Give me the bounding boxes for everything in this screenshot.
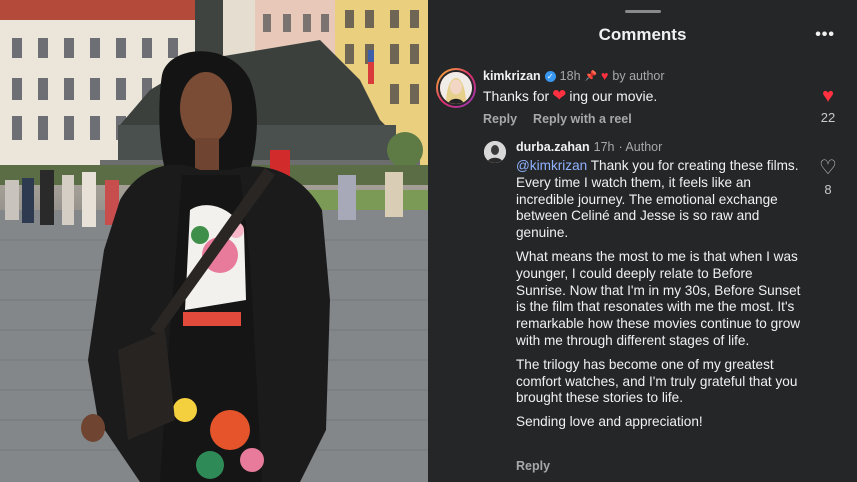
reply-paragraph-1: @kimkrizan Thank you for creating these … — [516, 158, 806, 242]
reply-like[interactable]: ♡ 8 — [813, 158, 843, 197]
like-heart-filled-icon[interactable]: ♥ — [813, 86, 843, 106]
reply-time: 17h — [593, 140, 615, 154]
comment-like-count: 22 — [820, 110, 836, 125]
comment-like[interactable]: ♥ 22 — [813, 86, 843, 125]
comment-time: 18h — [559, 69, 581, 83]
reply-with-reel-button[interactable]: Reply with a reel — [533, 112, 632, 126]
avatar-image — [484, 141, 506, 163]
comment-text: Thanks for ❤ ing our movie. — [483, 86, 658, 105]
avatar-durba-zahan[interactable] — [484, 141, 506, 163]
reply-paragraph-2: What means the most to me is that when I… — [516, 248, 801, 348]
avatar-kimkrizan[interactable] — [436, 68, 476, 108]
reply-meta: durba.zahan 17h · Author — [516, 140, 662, 154]
reply-button[interactable]: Reply — [483, 112, 517, 126]
comments-sheet: Comments ••• kimkrizan ✓ 18h 📌 ♥ by auth… — [428, 0, 857, 482]
comment-meta: kimkrizan ✓ 18h 📌 ♥ by author — [483, 69, 665, 83]
reply-paragraph-4: Sending love and appreciation! — [516, 414, 703, 430]
comment-text-start: Thanks for — [483, 88, 550, 104]
like-heart-outline-icon[interactable]: ♡ — [813, 158, 843, 178]
reply-text: @kimkrizan Thank you for creating these … — [516, 158, 806, 438]
photo — [0, 0, 428, 482]
comment-actions: Reply Reply with a reel — [483, 112, 632, 126]
reply-paragraph-3: The trilogy has become one of my greates… — [516, 356, 798, 406]
author-heart-icon: ♥ — [600, 69, 609, 83]
liked-by-author-label: by author — [612, 69, 665, 83]
reply-username[interactable]: durba.zahan — [516, 140, 590, 154]
photo-scene — [0, 0, 428, 482]
more-icon[interactable]: ••• — [815, 26, 835, 44]
comment-username[interactable]: kimkrizan — [483, 69, 541, 83]
sheet-title: Comments — [598, 25, 687, 44]
red-heart-icon: ❤ — [552, 86, 567, 105]
reply-reply-button[interactable]: Reply — [516, 459, 550, 473]
reply-author-tag: · Author — [618, 140, 663, 154]
reply-actions: Reply — [516, 459, 550, 473]
avatar-image — [438, 70, 474, 106]
verified-badge-icon: ✓ — [544, 70, 556, 82]
sheet-grab-handle[interactable] — [625, 10, 661, 13]
mention-link[interactable]: @kimkrizan — [516, 158, 587, 173]
pin-icon: 📌 — [584, 70, 597, 82]
comment-text-end: ing our movie. — [569, 88, 658, 104]
reply-like-count: 8 — [824, 182, 832, 197]
